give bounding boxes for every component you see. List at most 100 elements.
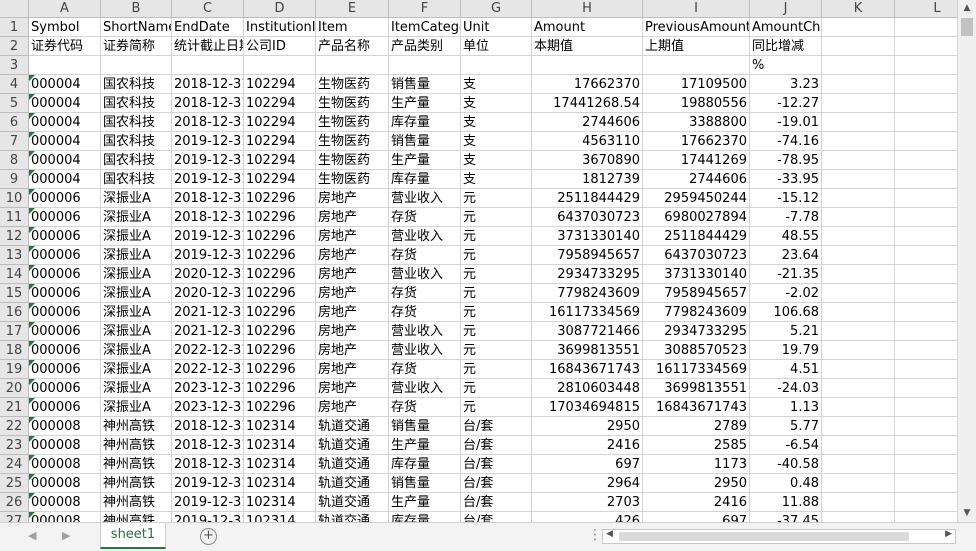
cell-h13[interactable]: 7958945657 (532, 246, 643, 265)
row-header-14[interactable]: 14 (0, 265, 29, 284)
cell-e3[interactable] (316, 56, 389, 75)
next-sheet-arrow-icon[interactable]: ▶ (62, 529, 70, 542)
cell-e26[interactable]: 轨道交通 (316, 493, 389, 512)
row-header-7[interactable]: 7 (0, 132, 29, 151)
row-header-11[interactable]: 11 (0, 208, 29, 227)
cell-a23[interactable]: 000008 (29, 436, 101, 455)
cell-c24[interactable]: 2018-12-31 (172, 455, 244, 474)
cell-l22[interactable] (895, 417, 957, 436)
cell-e23[interactable]: 轨道交通 (316, 436, 389, 455)
cell-k16[interactable] (822, 303, 895, 322)
column-header-d[interactable]: D (244, 0, 316, 18)
cell-g2[interactable]: 单位 (461, 37, 532, 56)
cell-d8[interactable]: 102294 (244, 151, 316, 170)
cell-i18[interactable]: 3088570523 (643, 341, 750, 360)
cell-a16[interactable]: 000006 (29, 303, 101, 322)
cell-e14[interactable]: 房地产 (316, 265, 389, 284)
cell-i14[interactable]: 3731330140 (643, 265, 750, 284)
cell-k1[interactable] (822, 18, 895, 37)
row-header-22[interactable]: 22 (0, 417, 29, 436)
cell-g23[interactable]: 台/套 (461, 436, 532, 455)
column-header-a[interactable]: A (29, 0, 101, 18)
cell-i4[interactable]: 17109500 (643, 75, 750, 94)
cell-i25[interactable]: 2950 (643, 474, 750, 493)
cell-d16[interactable]: 102296 (244, 303, 316, 322)
cell-b20[interactable]: 深振业A (101, 379, 172, 398)
cell-l10[interactable] (895, 189, 957, 208)
cell-j3[interactable]: % (750, 56, 822, 75)
cell-g26[interactable]: 台/套 (461, 493, 532, 512)
cell-h18[interactable]: 3699813551 (532, 341, 643, 360)
cell-j23[interactable]: -6.54 (750, 436, 822, 455)
row-header-6[interactable]: 6 (0, 113, 29, 132)
cell-d18[interactable]: 102296 (244, 341, 316, 360)
row-header-17[interactable]: 17 (0, 322, 29, 341)
cell-b19[interactable]: 深振业A (101, 360, 172, 379)
cell-g21[interactable]: 元 (461, 398, 532, 417)
vertical-scrollbar[interactable]: ▲ ▼ (957, 0, 976, 522)
cell-e16[interactable]: 房地产 (316, 303, 389, 322)
cell-i26[interactable]: 2416 (643, 493, 750, 512)
cell-c16[interactable]: 2021-12-31 (172, 303, 244, 322)
cell-e1[interactable]: Item (316, 18, 389, 37)
cell-c14[interactable]: 2020-12-31 (172, 265, 244, 284)
cell-l9[interactable] (895, 170, 957, 189)
cell-f21[interactable]: 存货 (389, 398, 461, 417)
cell-i8[interactable]: 17441269 (643, 151, 750, 170)
cell-e13[interactable]: 房地产 (316, 246, 389, 265)
cell-l5[interactable] (895, 94, 957, 113)
spreadsheet-grid[interactable]: A B C D E F G H I J K L 1 Symbol ShortName EndDate Insti… (0, 0, 957, 522)
row-header-20[interactable]: 20 (0, 379, 29, 398)
cell-g7[interactable]: 支 (461, 132, 532, 151)
cell-l6[interactable] (895, 113, 957, 132)
cell-l3[interactable] (895, 56, 957, 75)
cell-i21[interactable]: 16843671743 (643, 398, 750, 417)
cell-g4[interactable]: 支 (461, 75, 532, 94)
cell-f15[interactable]: 存货 (389, 284, 461, 303)
row-header-16[interactable]: 16 (0, 303, 29, 322)
cell-l23[interactable] (895, 436, 957, 455)
cell-j14[interactable]: -21.35 (750, 265, 822, 284)
cell-a8[interactable]: 000004 (29, 151, 101, 170)
cell-c11[interactable]: 2018-12-31 (172, 208, 244, 227)
cell-k6[interactable] (822, 113, 895, 132)
cell-c3[interactable] (172, 56, 244, 75)
cell-f27[interactable]: 库存量 (389, 512, 461, 522)
cell-d22[interactable]: 102314 (244, 417, 316, 436)
row-header-25[interactable]: 25 (0, 474, 29, 493)
cell-f25[interactable]: 销售量 (389, 474, 461, 493)
cell-d1[interactable]: InstitutionID (244, 18, 316, 37)
cell-b9[interactable]: 国农科技 (101, 170, 172, 189)
cell-l20[interactable] (895, 379, 957, 398)
cell-b26[interactable]: 神州高铁 (101, 493, 172, 512)
column-header-f[interactable]: F (389, 0, 461, 18)
cell-f10[interactable]: 营业收入 (389, 189, 461, 208)
tab-split-handle-icon[interactable]: ⋮ (588, 527, 602, 543)
cell-f14[interactable]: 营业收入 (389, 265, 461, 284)
cell-b8[interactable]: 国农科技 (101, 151, 172, 170)
cell-d15[interactable]: 102296 (244, 284, 316, 303)
cell-b23[interactable]: 神州高铁 (101, 436, 172, 455)
cell-c22[interactable]: 2018-12-31 (172, 417, 244, 436)
cell-b6[interactable]: 国农科技 (101, 113, 172, 132)
cell-g6[interactable]: 支 (461, 113, 532, 132)
cell-d14[interactable]: 102296 (244, 265, 316, 284)
cell-g20[interactable]: 元 (461, 379, 532, 398)
cell-i9[interactable]: 2744606 (643, 170, 750, 189)
column-header-j[interactable]: J (750, 0, 822, 18)
cell-a22[interactable]: 000008 (29, 417, 101, 436)
cell-h14[interactable]: 2934733295 (532, 265, 643, 284)
cell-a25[interactable]: 000008 (29, 474, 101, 493)
cell-i16[interactable]: 7798243609 (643, 303, 750, 322)
cell-d23[interactable]: 102314 (244, 436, 316, 455)
cell-e4[interactable]: 生物医药 (316, 75, 389, 94)
cell-i19[interactable]: 16117334569 (643, 360, 750, 379)
cell-b21[interactable]: 深振业A (101, 398, 172, 417)
cell-i7[interactable]: 17662370 (643, 132, 750, 151)
cell-e11[interactable]: 房地产 (316, 208, 389, 227)
cell-a15[interactable]: 000006 (29, 284, 101, 303)
horizontal-scroll-thumb[interactable] (619, 532, 909, 541)
cell-i20[interactable]: 3699813551 (643, 379, 750, 398)
cell-a26[interactable]: 000008 (29, 493, 101, 512)
cell-b22[interactable]: 神州高铁 (101, 417, 172, 436)
